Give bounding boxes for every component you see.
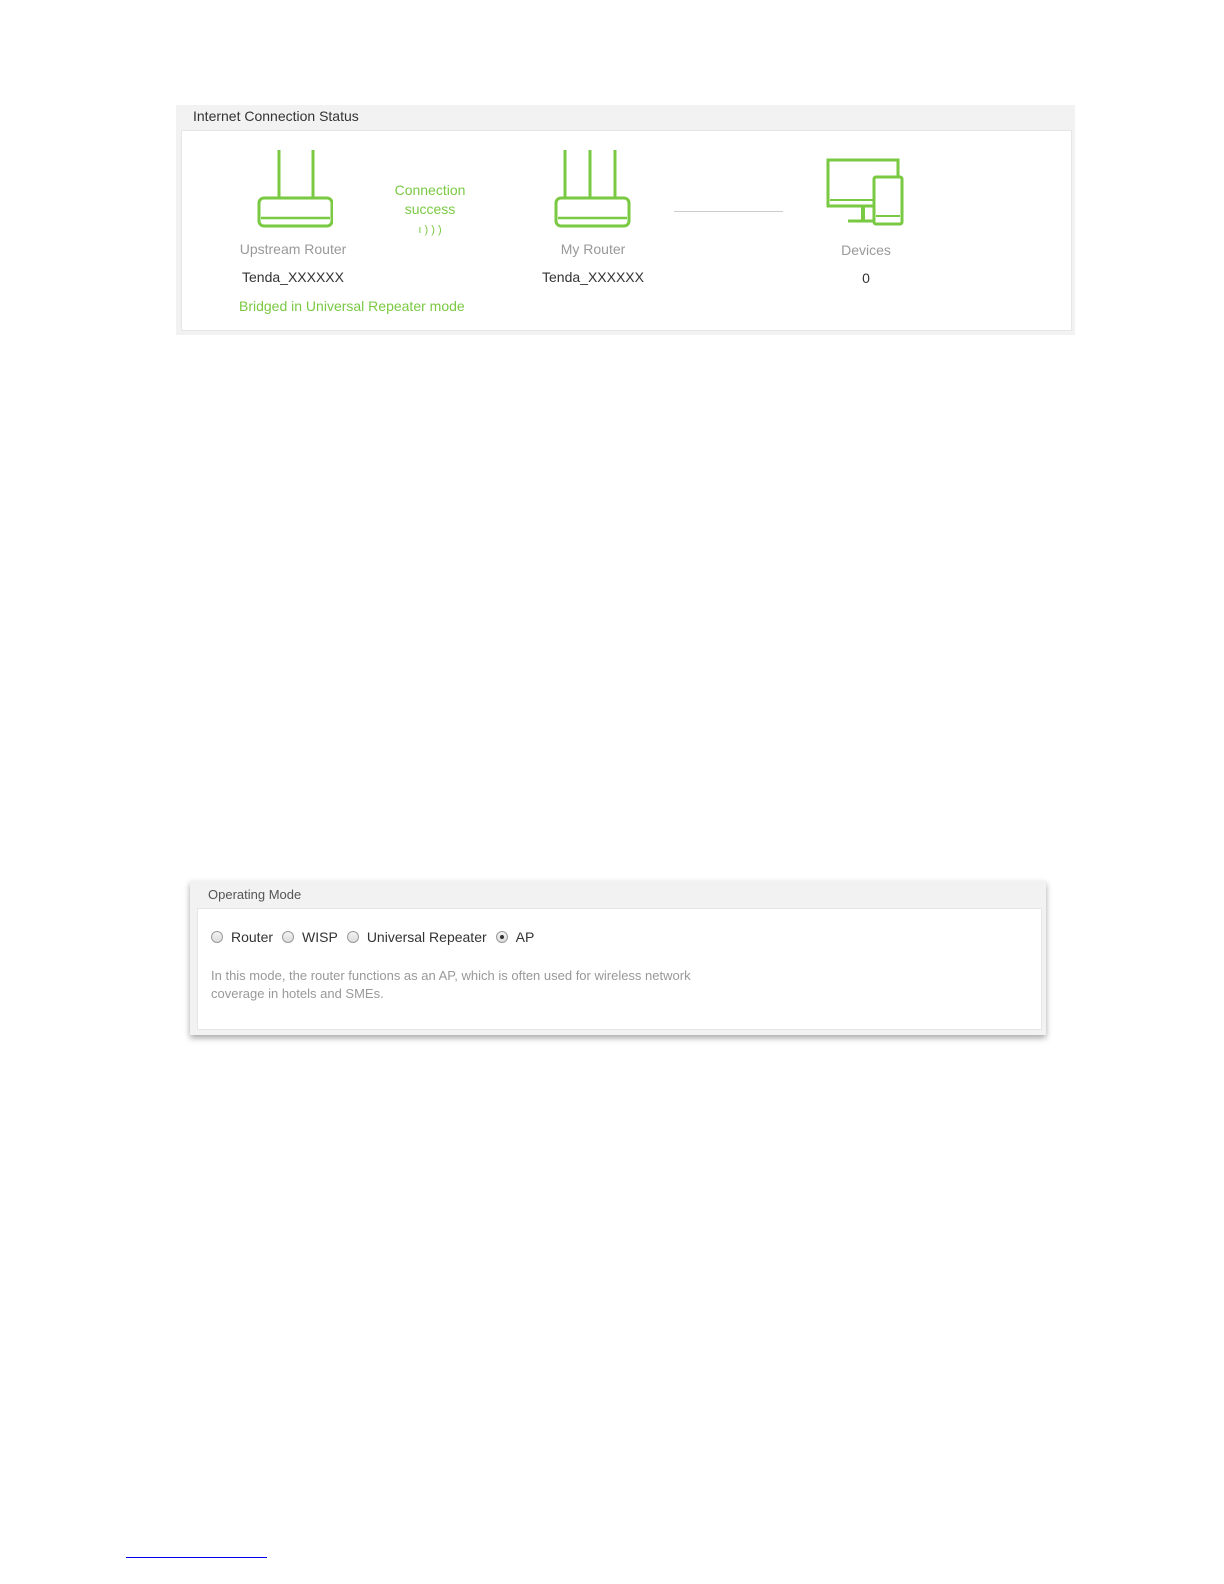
upstream-router-label: Upstream Router <box>239 241 347 257</box>
mode-option-universal-repeater[interactable]: Universal Repeater <box>346 929 487 945</box>
radio-button[interactable] <box>282 931 295 943</box>
panel-title: Operating Mode <box>208 887 302 902</box>
mode-description: In this mode, the router functions as an… <box>211 967 731 1003</box>
radio-button-selected[interactable] <box>495 931 508 943</box>
devices-node[interactable]: Devices 0 <box>806 158 926 286</box>
mode-radio-group: Router WISP Universal Repeater AP <box>211 929 543 945</box>
upstream-router-node: Upstream Router Tenda_XXXXXX <box>232 148 354 285</box>
bridge-mode-text: Bridged in Universal Repeater mode <box>239 298 465 314</box>
mode-option-router[interactable]: Router <box>211 929 273 945</box>
operating-mode-body: Router WISP Universal Repeater AP In thi… <box>197 908 1042 1030</box>
router-icon <box>257 150 333 228</box>
devices-icon <box>826 158 904 226</box>
mode-option-label: Router <box>231 929 274 945</box>
devices-label: Devices <box>841 242 891 258</box>
connection-status-line2: success <box>404 201 456 217</box>
router-icon <box>554 150 631 228</box>
connection-status-line1: Connection <box>394 182 466 198</box>
mode-description-line1: In this mode, the router functions as an… <box>211 968 691 983</box>
mode-option-wisp[interactable]: WISP <box>282 929 338 945</box>
mode-option-label: WISP <box>302 929 338 945</box>
status-panel-body: Upstream Router Tenda_XXXXXX Bridged in … <box>181 130 1072 331</box>
mode-option-label: AP <box>515 929 535 945</box>
my-router-label: My Router <box>560 241 626 257</box>
mode-option-label: Universal Repeater <box>366 929 487 945</box>
connection-line <box>674 211 783 212</box>
devices-count: 0 <box>862 270 870 286</box>
mode-description-line2: coverage in hotels and SMEs. <box>211 986 384 1001</box>
mode-option-ap[interactable]: AP <box>495 929 535 945</box>
signal-icon: ı ) ) ) <box>418 224 442 236</box>
my-router-node: My Router Tenda_XXXXXX <box>532 148 654 285</box>
panel-title: Internet Connection Status <box>193 108 359 124</box>
operating-mode-panel: Operating Mode Router WISP Universal Rep… <box>190 881 1046 1035</box>
footnote-separator <box>126 1557 267 1558</box>
connection-status-text: Connection success ı ) ) ) <box>387 181 473 240</box>
internet-connection-status-panel: Internet Connection Status Upstream Rout… <box>176 105 1075 335</box>
upstream-router-name: Tenda_XXXXXX <box>242 269 344 285</box>
my-router-name: Tenda_XXXXXX <box>542 269 644 285</box>
radio-button[interactable] <box>211 931 223 943</box>
radio-button[interactable] <box>346 931 359 943</box>
